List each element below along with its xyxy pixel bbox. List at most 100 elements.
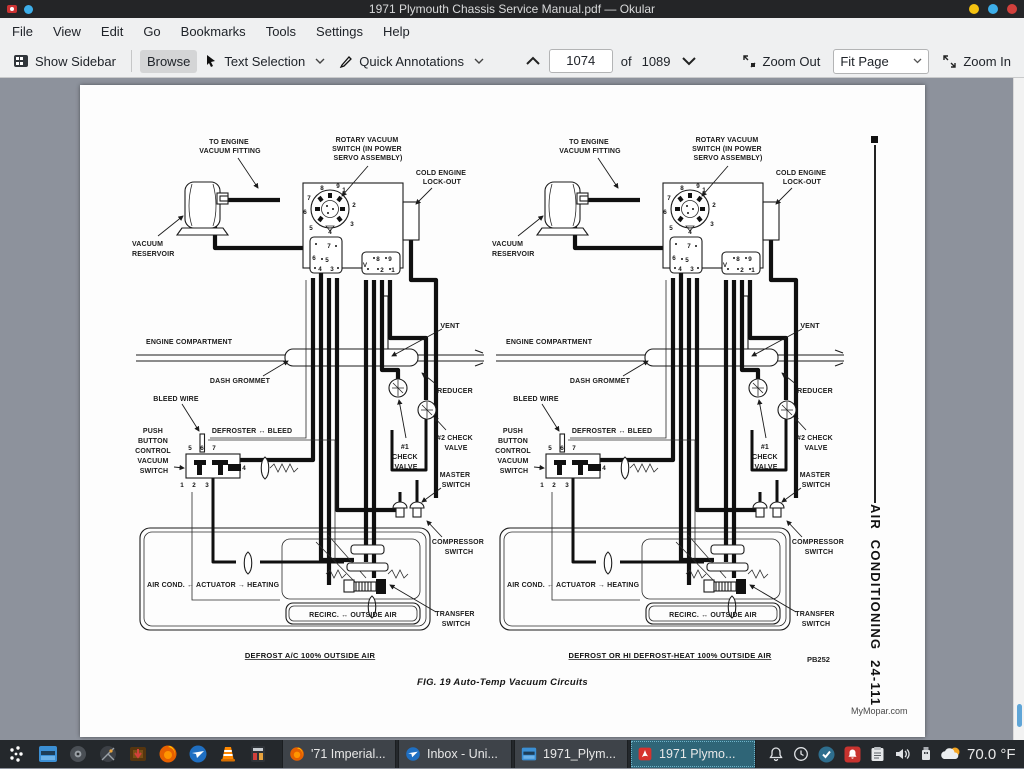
maximize-button[interactable] <box>988 4 998 14</box>
temperature-readout[interactable]: 70.0 °F <box>967 746 1016 763</box>
removable-device-icon[interactable] <box>920 746 932 762</box>
menu-go[interactable]: Go <box>133 20 170 43</box>
package-installer-icon[interactable] <box>128 744 148 764</box>
page-up-button[interactable] <box>525 56 541 66</box>
show-sidebar-button[interactable]: Show Sidebar <box>6 49 123 73</box>
rotary-number: 6 <box>663 209 667 216</box>
menu-view[interactable]: View <box>43 20 91 43</box>
vacuum-reservoir <box>177 182 228 235</box>
vlc-icon[interactable] <box>218 744 238 764</box>
connector_a-number: 7 <box>327 243 331 250</box>
diagram-caption: DEFROST OR HI DEFROST-HEAT 100% OUTSIDE … <box>569 651 772 660</box>
thunderbird-icon[interactable] <box>188 744 208 764</box>
clock-applet-icon[interactable] <box>793 746 809 762</box>
svg-text:VACUUM RESERVOIR: VACUUM RESERVOIR <box>132 241 174 258</box>
svg-text:PUSH BUTTON CONTRO: PUSH BUTTON CONTROL VACUUM SWITCH <box>135 428 173 475</box>
thunderbird-icon <box>405 746 421 762</box>
connector_b-number: 2 <box>380 267 384 274</box>
vacuum-circuit-diagram: TO ENGINE VACUUM FITTING ROTARY VACUUM S… <box>130 130 490 665</box>
rotary-number: 7 <box>307 195 311 202</box>
rotary-number: 7 <box>667 195 671 202</box>
svg-text:TO ENGINE VACUUM FITTING: TO ENGINE VACUUM FITTING <box>199 139 261 155</box>
menu-edit[interactable]: Edit <box>91 20 133 43</box>
zoom-mode-select[interactable]: Fit Page <box>833 49 929 74</box>
close-button[interactable] <box>1007 4 1017 14</box>
browse-button[interactable]: Browse <box>140 50 197 73</box>
connector_b-number: 1 <box>391 267 395 274</box>
scrollbar-thumb[interactable] <box>1017 704 1022 727</box>
menu-file[interactable]: File <box>2 20 43 43</box>
page-down-button[interactable] <box>681 56 697 66</box>
diagram-caption: DEFROST A/C 100% OUTSIDE AIR <box>245 651 376 660</box>
svg-text:COLD ENGINE LOCK-OUT: COLD ENGINE LOCK-OUT <box>416 170 468 186</box>
taskbar-window-filemanager[interactable]: 1971_Plym... <box>514 740 628 768</box>
menu-settings[interactable]: Settings <box>306 20 373 43</box>
connector_b-number: 9 <box>748 256 752 263</box>
taskbar-window-okular-active[interactable]: 1971 Plymo... <box>630 740 756 768</box>
pushbutton-number: 3 <box>565 482 569 489</box>
firefox-icon[interactable] <box>158 744 178 764</box>
weather-icon[interactable] <box>941 746 963 763</box>
clipboard-icon[interactable] <box>870 746 885 762</box>
menu-bookmarks[interactable]: Bookmarks <box>171 20 256 43</box>
chevron-down-icon <box>474 58 484 65</box>
text-selection-button[interactable]: Text Selection <box>197 50 332 73</box>
notifications-icon[interactable] <box>768 746 784 762</box>
sidebar-icon <box>13 53 29 69</box>
volume-icon[interactable] <box>894 746 911 762</box>
svg-text:COLD ENGINE LOCK-OUT: COLD ENGINE LOCK-OUT <box>776 170 828 186</box>
taskbar: '71 Imperial... Inbox - Uni... 1971_Plym… <box>0 740 1024 768</box>
screenshot-tool-icon[interactable] <box>98 744 118 764</box>
menu-tools[interactable]: Tools <box>256 20 306 43</box>
file-manager-icon[interactable] <box>38 744 58 764</box>
switch-connectors <box>393 502 424 517</box>
zoom-out-icon <box>742 54 757 69</box>
zoom-out-button[interactable]: Zoom Out <box>735 50 828 73</box>
rotary-number: 1 <box>342 187 346 194</box>
menu-help[interactable]: Help <box>373 20 420 43</box>
svg-text:ENGINE COMPARTMENT: ENGINE COMPARTMENT <box>146 339 233 346</box>
svg-text:DASH GROMMET: DASH GROMMET <box>210 378 271 385</box>
rotary-number: 3 <box>710 221 714 228</box>
document-view[interactable]: TO ENGINE VACUUM FITTING ROTARY VACUUM S… <box>0 78 1024 740</box>
settings-icon[interactable] <box>68 744 88 764</box>
rotary-number: 9 <box>336 183 340 190</box>
pushbutton-number: 7 <box>572 445 576 452</box>
vertical-scrollbar[interactable] <box>1013 78 1024 740</box>
svg-text:DEFROSTER ↔ BLEED: DEFROSTER ↔ BLEED <box>212 428 292 435</box>
calculator-icon[interactable] <box>248 744 268 764</box>
zoom-in-button[interactable]: Zoom In <box>935 50 1018 73</box>
window-label: 1971 Plymo... <box>659 747 735 761</box>
svg-text:DASH GROMMET: DASH GROMMET <box>570 378 631 385</box>
zoom-out-label: Zoom Out <box>763 54 821 69</box>
check-valve-1 <box>389 379 407 397</box>
zoom-in-label: Zoom In <box>963 54 1011 69</box>
quick-annotations-button[interactable]: Quick Annotations <box>332 50 491 73</box>
connector_b-number: 8 <box>736 256 740 263</box>
svg-text:VACUUM RESERVOIR: VACUUM RESERVOIR <box>492 241 534 258</box>
svg-text:REDUCER: REDUCER <box>437 388 473 395</box>
okular-app-icon <box>6 3 18 15</box>
applications-menu-icon[interactable] <box>8 744 28 764</box>
window-label: 1971_Plym... <box>543 747 616 761</box>
connector_b-number: 1 <box>751 267 755 274</box>
check-valve-2 <box>778 401 796 419</box>
pushbutton-number: 5 <box>188 445 192 452</box>
check-valve-1 <box>749 379 767 397</box>
text-selection-label: Text Selection <box>224 54 305 69</box>
rotary-number: 5 <box>309 225 313 232</box>
svg-text:ROTARY VACUUM SWITCH (IN: ROTARY VACUUM SWITCH (IN POWER SERVO ASS… <box>692 137 764 162</box>
updates-ok-icon[interactable] <box>818 746 835 763</box>
alarm-icon[interactable] <box>844 746 861 763</box>
svg-text:DEFROSTER ↔ BLEED: DEFROSTER ↔ BLEED <box>572 428 652 435</box>
page-number-input[interactable]: 1074 <box>549 49 613 73</box>
of-label: of <box>621 54 632 69</box>
taskbar-window-firefox[interactable]: '71 Imperial... <box>282 740 396 768</box>
pushbutton-number: 5 <box>548 445 552 452</box>
window-menu-icon[interactable] <box>24 5 33 14</box>
taskbar-window-thunderbird[interactable]: Inbox - Uni... <box>398 740 512 768</box>
chevron-down-icon <box>913 58 922 64</box>
minimize-button[interactable] <box>969 4 979 14</box>
switch-connectors <box>753 502 784 517</box>
show-sidebar-label: Show Sidebar <box>35 54 116 69</box>
